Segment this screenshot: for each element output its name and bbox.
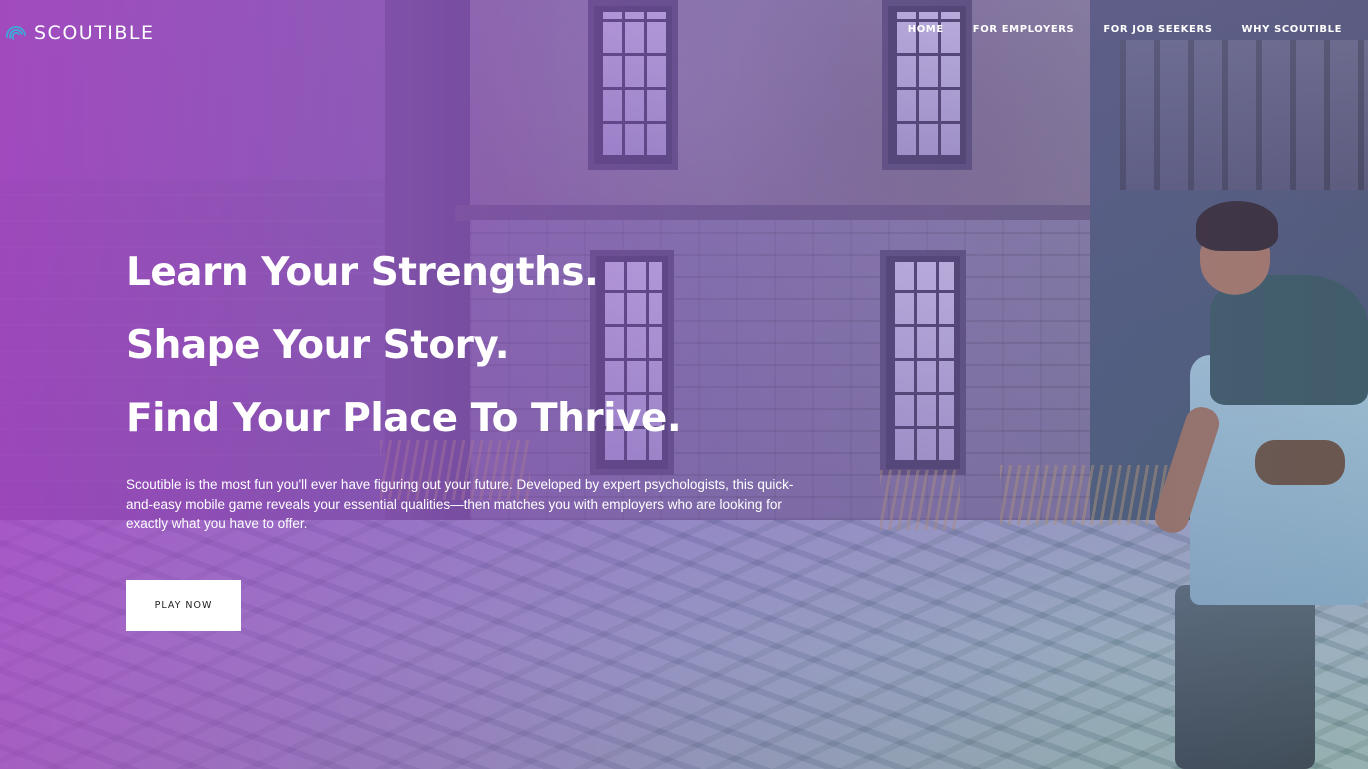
headline-line-3: Find Your Place To Thrive. xyxy=(126,396,682,441)
logo-text: SCOUTIBLE xyxy=(34,22,155,44)
nav-for-job-seekers[interactable]: FOR JOB SEEKERS xyxy=(1103,24,1212,35)
headline-line-1: Learn Your Strengths. xyxy=(126,250,599,295)
hero-headline: Learn Your Strengths. Shape Your Story. … xyxy=(126,236,826,455)
hero-section: SCOUTIBLE HOME FOR EMPLOYERS FOR JOB SEE… xyxy=(0,0,1368,769)
logo-link[interactable]: SCOUTIBLE xyxy=(4,20,155,46)
main-nav: HOME FOR EMPLOYERS FOR JOB SEEKERS WHY S… xyxy=(908,24,1342,35)
site-header: SCOUTIBLE HOME FOR EMPLOYERS FOR JOB SEE… xyxy=(0,0,1368,64)
nav-for-employers[interactable]: FOR EMPLOYERS xyxy=(973,24,1075,35)
nav-why-scoutible[interactable]: WHY SCOUTIBLE xyxy=(1242,24,1342,35)
hero-description: Scoutible is the most fun you'll ever ha… xyxy=(126,477,794,531)
fingerprint-icon xyxy=(6,26,26,40)
hero-content: Learn Your Strengths. Shape Your Story. … xyxy=(126,236,826,534)
headline-line-2: Shape Your Story. xyxy=(126,323,510,368)
play-now-button[interactable]: PLAY NOW xyxy=(126,580,241,631)
nav-home[interactable]: HOME xyxy=(908,24,944,35)
